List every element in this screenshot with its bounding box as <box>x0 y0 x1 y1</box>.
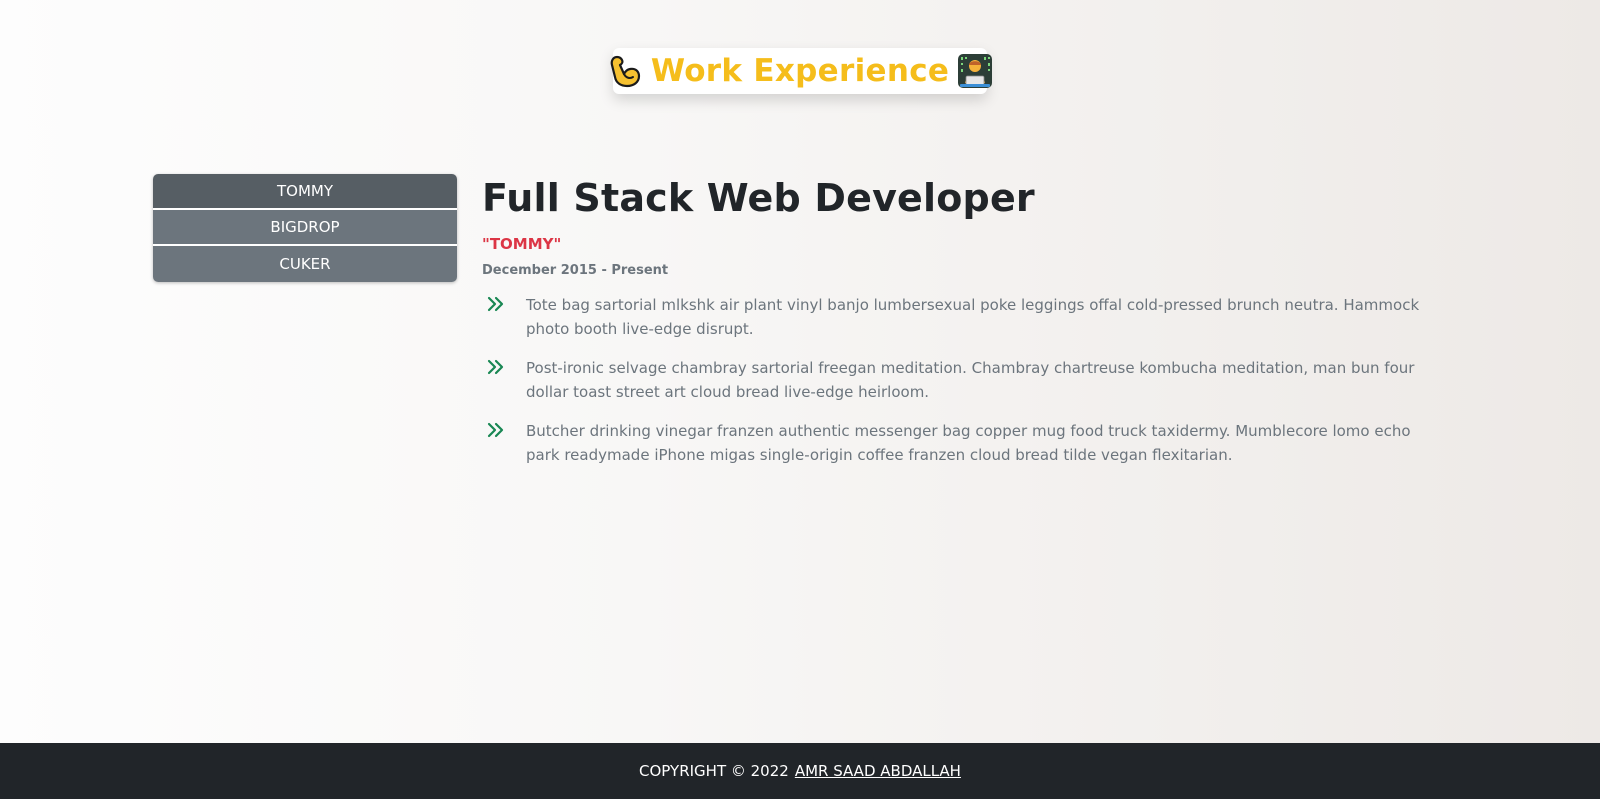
tab-bigdrop[interactable]: BIGDROP <box>153 210 457 246</box>
list-item: Butcher drinking vinegar franzen authent… <box>482 419 1452 467</box>
duties-list: Tote bag sartorial mlkshk air plant viny… <box>482 293 1452 467</box>
flexed-biceps-icon <box>607 52 643 90</box>
technologist-icon <box>957 52 993 90</box>
author-link[interactable]: AMR SAAD ABDALLAH <box>795 762 961 780</box>
tab-label: BIGDROP <box>270 218 340 236</box>
duty-text: Post-ironic selvage chambray sartorial f… <box>526 359 1415 401</box>
duty-text: Butcher drinking vinegar franzen authent… <box>526 422 1411 464</box>
tab-cuker[interactable]: CUKER <box>153 246 457 282</box>
footer: COPYRIGHT © 2022 AMR SAAD ABDALLAH <box>0 743 1600 799</box>
tab-label: CUKER <box>279 255 331 273</box>
double-chevron-right-icon <box>482 419 526 442</box>
duty-text: Tote bag sartorial mlkshk air plant viny… <box>526 296 1420 338</box>
double-chevron-right-icon <box>482 293 526 316</box>
company-tabs: TOMMY BIGDROP CUKER <box>153 174 457 282</box>
company-name: "TOMMY" <box>482 235 562 253</box>
job-dates: December 2015 - Present <box>482 263 669 278</box>
section-title: Work Experience <box>650 53 950 89</box>
double-chevron-right-icon <box>482 356 526 379</box>
tab-tommy[interactable]: TOMMY <box>153 174 457 210</box>
job-details: Full Stack Web Developer "TOMMY" Decembe… <box>482 174 1452 482</box>
job-title: Full Stack Web Developer <box>482 176 1035 220</box>
list-item: Tote bag sartorial mlkshk air plant viny… <box>482 293 1452 341</box>
tab-label: TOMMY <box>276 182 333 200</box>
copyright-text: COPYRIGHT © 2022 <box>639 762 789 780</box>
list-item: Post-ironic selvage chambray sartorial f… <box>482 356 1452 404</box>
section-title-badge: Work Experience <box>610 48 993 94</box>
